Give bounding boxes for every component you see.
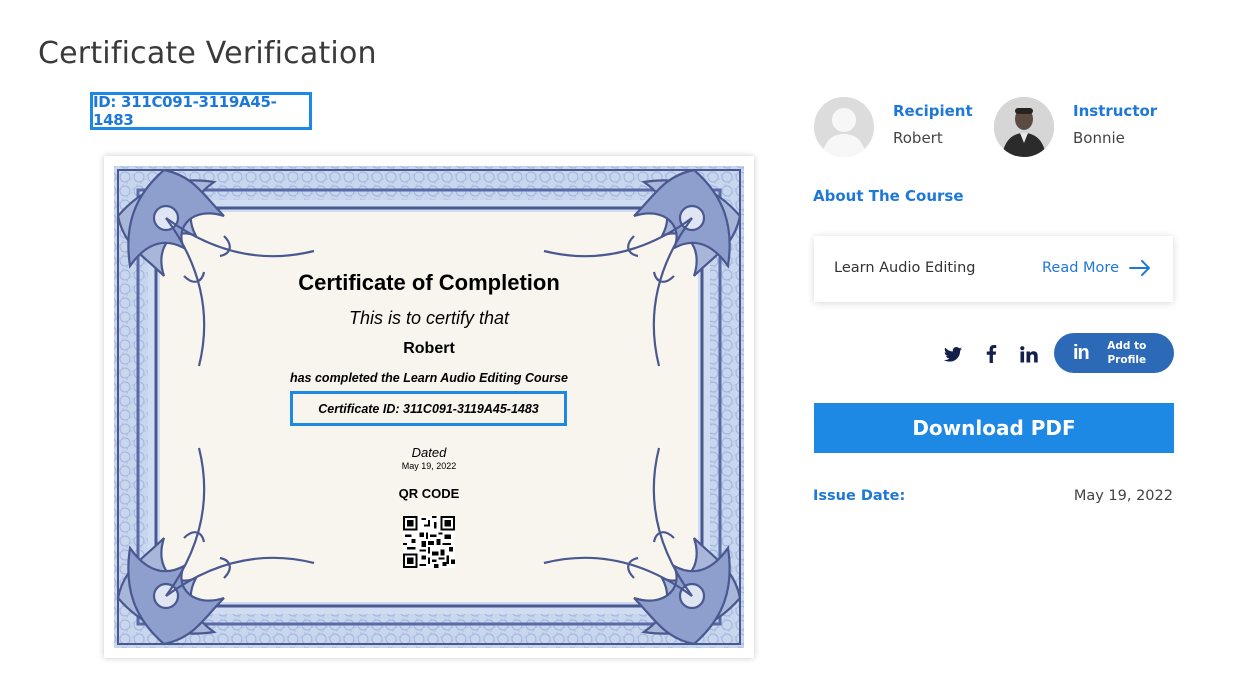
download-pdf-button[interactable]: Download PDF <box>814 403 1174 453</box>
share-facebook-button[interactable] <box>980 343 1002 365</box>
certificate-completed-line: has completed the Learn Audio Editing Co… <box>289 371 569 385</box>
about-course-link[interactable]: About The Course <box>813 187 964 205</box>
recipient-avatar <box>814 97 874 157</box>
certificate-recipient-name: Robert <box>403 340 455 357</box>
certificate-title: Certificate of Completion <box>298 270 560 295</box>
add-to-linkedin-profile-button[interactable]: in Add to Profile <box>1054 333 1174 373</box>
issue-date-label: Issue Date: <box>813 488 906 504</box>
recipient-label: Recipient <box>893 102 973 120</box>
twitter-icon <box>944 346 962 362</box>
recipient-name: Robert <box>893 129 943 147</box>
certificate-id-label: ID: 311C091-3119A45-1483 <box>93 93 277 129</box>
read-more-link[interactable]: Read More <box>1042 260 1151 276</box>
page-title: Certificate Verification <box>38 36 377 71</box>
default-user-icon <box>814 97 874 157</box>
course-name: Learn Audio Editing <box>834 260 976 276</box>
share-twitter-button[interactable] <box>942 343 964 365</box>
certificate-date: May 19, 2022 <box>401 461 457 471</box>
linkedin-logo-icon: in <box>1073 341 1090 364</box>
linkedin-icon <box>1020 345 1038 362</box>
facebook-icon <box>986 345 996 363</box>
instructor-photo <box>994 97 1054 157</box>
instructor-name: Bonnie <box>1073 129 1125 147</box>
share-linkedin-button[interactable] <box>1018 343 1040 365</box>
add-to-profile-label: Add to Profile <box>1107 340 1147 366</box>
certificate-id-line: Certificate ID: 311C091-3119A45-1483 <box>290 391 567 426</box>
certificate-image: Certificate of Completion This is to cer… <box>104 156 754 658</box>
qr-code-label: QR CODE <box>398 486 460 501</box>
course-card: Learn Audio Editing Read More <box>814 236 1173 302</box>
instructor-label: Instructor <box>1073 102 1158 120</box>
instructor-avatar <box>994 97 1054 157</box>
arrow-right-icon <box>1129 260 1150 276</box>
qr-code <box>403 516 455 568</box>
certificate-id-highlight: ID: 311C091-3119A45-1483 <box>90 92 312 130</box>
certificate-certify-line: This is to certify that <box>348 308 510 328</box>
read-more-label: Read More <box>1042 260 1119 276</box>
certificate-dated-label: Dated <box>411 445 447 460</box>
issue-date-value: May 19, 2022 <box>1073 488 1173 504</box>
